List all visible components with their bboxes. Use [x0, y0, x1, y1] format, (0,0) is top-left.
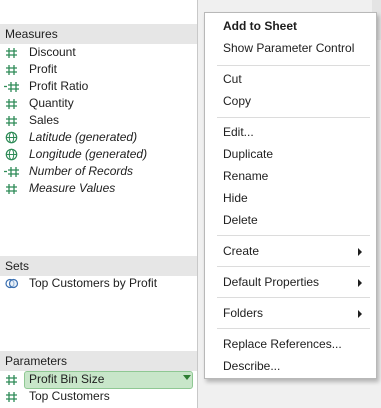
menu-item-default-properties[interactable]: Default Properties: [205, 272, 376, 293]
parameter-top-customers[interactable]: Top Customers: [0, 388, 197, 405]
field-profit[interactable]: Profit: [0, 61, 197, 78]
measures-header: Measures: [0, 24, 197, 44]
menu-item-show-parameter-control[interactable]: Show Parameter Control: [205, 38, 376, 59]
menu-separator: [217, 235, 370, 236]
chevron-right-icon: [358, 248, 362, 256]
menu-item-edit[interactable]: Edit...: [205, 122, 376, 143]
menu-item-describe[interactable]: Describe...: [205, 356, 376, 377]
field-label: Top Customers by Profit: [29, 276, 158, 290]
menu-item-rename[interactable]: Rename: [205, 166, 376, 187]
field-profit-ratio[interactable]: Profit Ratio: [0, 78, 197, 95]
parameters-header: Parameters: [0, 351, 197, 371]
menu-item-create[interactable]: Create: [205, 241, 376, 262]
hash-icon: [6, 48, 17, 58]
hash-icon: [6, 116, 17, 126]
context-menu: Add to Sheet Show Parameter Control Cut …: [204, 12, 377, 379]
hash-icon: [6, 184, 17, 194]
calculated-hash-icon: [4, 167, 19, 177]
field-number-of-records[interactable]: Number of Records: [0, 163, 197, 180]
field-label: Quantity: [29, 96, 74, 110]
chevron-right-icon: [358, 279, 362, 287]
hash-icon: [6, 65, 17, 75]
parameter-profit-bin-size[interactable]: Profit Bin Size: [0, 371, 197, 389]
globe-icon: [5, 148, 18, 161]
field-latitude-generated[interactable]: Latitude (generated): [0, 129, 197, 146]
menu-item-hide[interactable]: Hide: [205, 188, 376, 209]
field-label: Measure Values: [29, 181, 116, 195]
menu-item-delete[interactable]: Delete: [205, 210, 376, 231]
set-top-customers-by-profit[interactable]: Top Customers by Profit: [0, 275, 197, 292]
field-label: Profit Ratio: [29, 79, 89, 93]
field-label: Discount: [29, 45, 76, 59]
field-label: Longitude (generated): [29, 147, 148, 161]
menu-item-duplicate[interactable]: Duplicate: [205, 144, 376, 165]
calculated-hash-icon: [4, 82, 19, 92]
field-quantity[interactable]: Quantity: [0, 95, 197, 112]
globe-icon: [5, 131, 18, 144]
sets-header: Sets: [0, 256, 197, 276]
menu-item-label: Folders: [223, 306, 264, 320]
menu-separator: [217, 266, 370, 267]
field-label: Number of Records: [29, 164, 134, 178]
hash-icon: [6, 99, 17, 109]
field-longitude-generated[interactable]: Longitude (generated): [0, 146, 197, 163]
field-measure-values[interactable]: Measure Values: [0, 180, 197, 197]
menu-item-copy[interactable]: Copy: [205, 91, 376, 112]
menu-item-replace-references[interactable]: Replace References...: [205, 334, 376, 355]
menu-item-folders[interactable]: Folders: [205, 303, 376, 324]
field-label: Latitude (generated): [29, 130, 138, 144]
field-label: Top Customers: [29, 389, 110, 403]
field-label: Profit: [29, 62, 58, 76]
menu-item-cut[interactable]: Cut: [205, 69, 376, 90]
menu-separator: [217, 297, 370, 298]
chevron-right-icon: [358, 310, 362, 318]
menu-separator: [217, 117, 370, 118]
menu-item-add-to-sheet[interactable]: Add to Sheet: [205, 16, 376, 37]
menu-item-label: Default Properties: [223, 275, 320, 289]
field-sales[interactable]: Sales: [0, 112, 197, 129]
hash-icon: [6, 392, 17, 402]
menu-separator: [217, 328, 370, 329]
field-label: Profit Bin Size: [29, 372, 105, 386]
set-icon: [5, 278, 19, 289]
data-pane: Measures Discount Profit Profit Ratio Qu…: [0, 0, 200, 408]
menu-item-label: Create: [223, 244, 260, 258]
field-label: Sales: [29, 113, 60, 127]
field-discount[interactable]: Discount: [0, 44, 197, 61]
menu-separator: [217, 65, 370, 66]
chevron-down-icon[interactable]: [183, 375, 191, 380]
hash-icon: [6, 375, 17, 385]
